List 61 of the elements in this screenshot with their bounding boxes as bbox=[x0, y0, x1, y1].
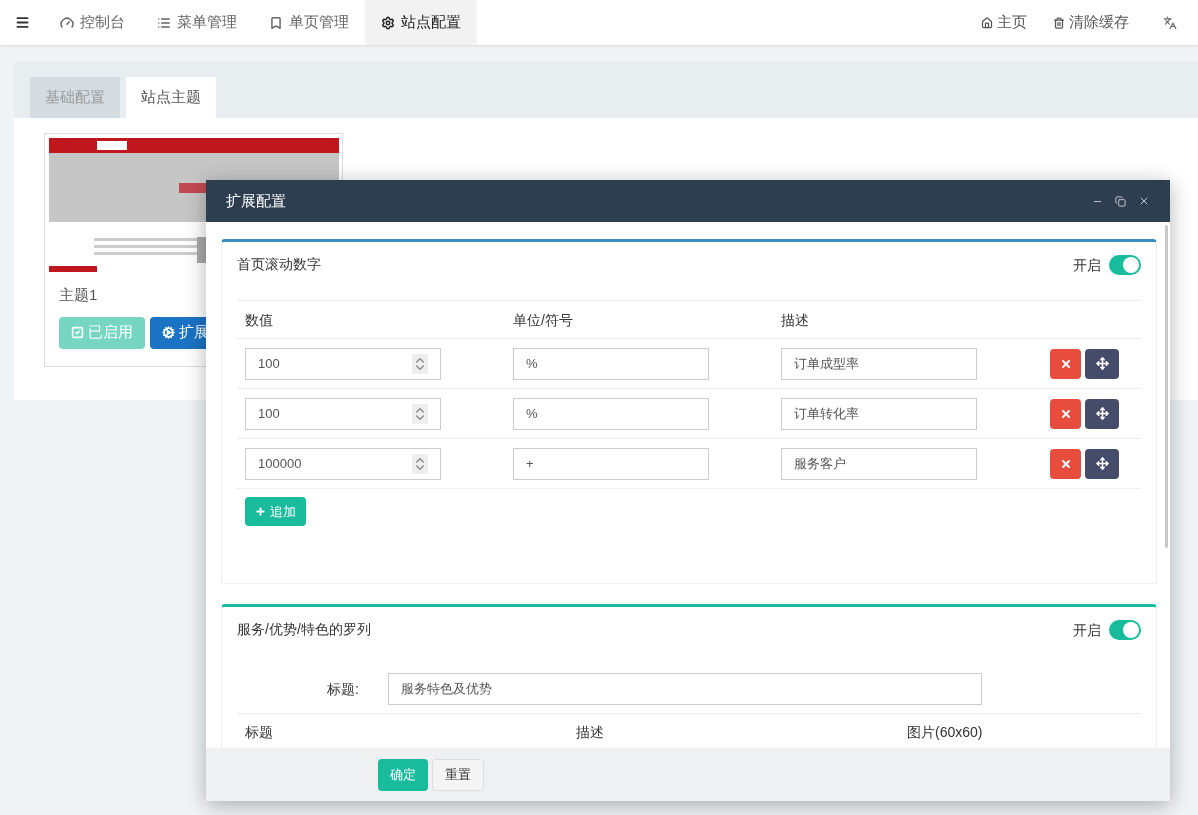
column-header: 标题 bbox=[245, 722, 274, 742]
panel-tab[interactable]: 站点主题 bbox=[126, 77, 216, 118]
nav-tab[interactable]: 单页管理 bbox=[253, 0, 365, 45]
column-header: 描述 bbox=[781, 310, 810, 330]
column-header: 单位/符号 bbox=[513, 310, 574, 330]
nav-icon bbox=[381, 15, 395, 30]
toggle-switch[interactable] bbox=[1109, 255, 1141, 275]
theme-name: 主题1 bbox=[59, 285, 99, 305]
toggle-label: 开启 bbox=[1073, 621, 1101, 640]
input-field[interactable]: 订单转化率 bbox=[781, 397, 977, 430]
delete-button[interactable] bbox=[1050, 398, 1081, 429]
input-field[interactable]: 100 bbox=[245, 397, 441, 430]
input-field[interactable]: % bbox=[513, 397, 709, 430]
nav-tab[interactable]: 菜单管理 bbox=[141, 0, 253, 45]
move-icon bbox=[1095, 407, 1109, 420]
spinner-icon[interactable] bbox=[412, 453, 428, 474]
nav-link[interactable]: 主页 bbox=[968, 0, 1040, 45]
input-field[interactable]: + bbox=[513, 447, 709, 480]
drag-button[interactable] bbox=[1085, 448, 1119, 479]
checkbox-icon bbox=[71, 326, 84, 339]
input-field[interactable]: 订单成型率 bbox=[781, 347, 977, 380]
field-label: 标题: bbox=[326, 680, 360, 699]
move-icon bbox=[1095, 457, 1109, 470]
nav-icon bbox=[269, 15, 283, 30]
input-field[interactable]: 服务客户 bbox=[781, 447, 977, 480]
plus-icon bbox=[255, 506, 266, 517]
scrollbar[interactable] bbox=[1165, 225, 1168, 548]
section-title: 首页滚动数字 bbox=[237, 255, 321, 274]
close-icon bbox=[1059, 357, 1072, 370]
menu-icon bbox=[14, 15, 30, 30]
input-field[interactable]: 100000 bbox=[245, 447, 441, 480]
modal-title: 扩展配置 bbox=[226, 190, 287, 211]
spinner-icon[interactable] bbox=[412, 353, 428, 374]
close-icon bbox=[1059, 457, 1072, 470]
nav-icon bbox=[157, 15, 171, 30]
language-icon bbox=[1163, 15, 1177, 30]
delete-button[interactable] bbox=[1050, 448, 1081, 479]
column-header: 描述 bbox=[576, 722, 605, 742]
toggle-switch[interactable] bbox=[1109, 620, 1141, 640]
input-field[interactable]: 100 bbox=[245, 347, 441, 380]
reset-button[interactable]: 重置 bbox=[432, 758, 484, 791]
column-header: 图片(60x60) bbox=[907, 722, 984, 742]
input-field[interactable]: 服务特色及优势 bbox=[388, 673, 982, 705]
close-icon bbox=[1059, 407, 1072, 420]
delete-button[interactable] bbox=[1050, 348, 1081, 379]
toggle-label: 开启 bbox=[1073, 256, 1101, 275]
close-icon[interactable] bbox=[1138, 195, 1150, 207]
nav-tab[interactable]: 站点配置 bbox=[365, 0, 477, 45]
nav-icon bbox=[981, 16, 993, 29]
move-icon bbox=[1095, 357, 1109, 370]
nav-tab[interactable]: 控制台 bbox=[44, 0, 141, 45]
input-field[interactable]: % bbox=[513, 347, 709, 380]
section-title: 服务/优势/特色的罗列 bbox=[237, 620, 371, 639]
column-header: 数值 bbox=[245, 310, 274, 330]
drag-button[interactable] bbox=[1085, 348, 1119, 379]
spinner-icon[interactable] bbox=[412, 403, 428, 424]
restore-icon[interactable] bbox=[1115, 195, 1126, 207]
nav-icon bbox=[60, 15, 74, 30]
nav-link[interactable]: 清除缓存 bbox=[1040, 0, 1142, 45]
drag-button[interactable] bbox=[1085, 398, 1119, 429]
nav-icon bbox=[1053, 16, 1065, 29]
